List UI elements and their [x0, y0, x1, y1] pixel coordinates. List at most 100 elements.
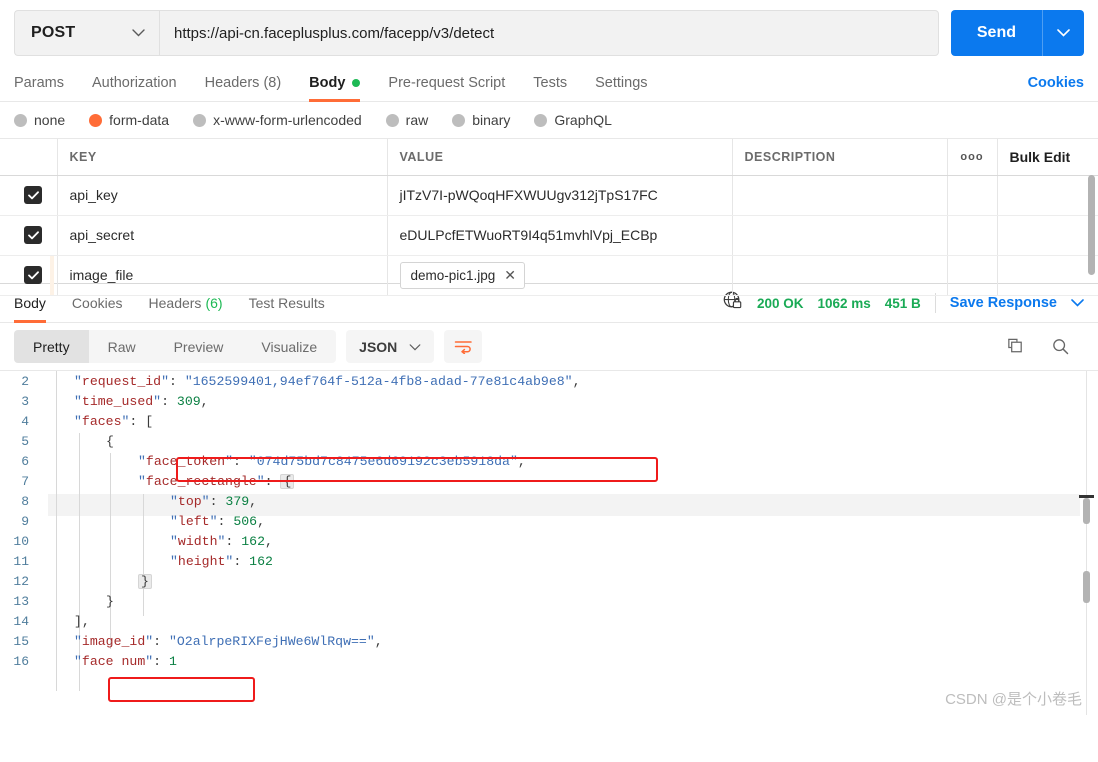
code-text: {: [106, 433, 114, 449]
code-text: "face num": 1: [74, 653, 177, 669]
th-description: DESCRIPTION: [732, 139, 948, 176]
code-line: 16 "face num": 1: [0, 651, 1098, 671]
tab-params[interactable]: Params: [14, 64, 64, 102]
file-chip[interactable]: demo-pic1.jpg ✕: [399, 261, 526, 289]
save-response-button[interactable]: Save Response: [950, 295, 1057, 311]
response-format-label: JSON: [359, 338, 398, 355]
line-number: 16: [13, 653, 29, 669]
json-scrollbar-track[interactable]: [1086, 371, 1087, 715]
form-data-table: KEY VALUE DESCRIPTION ooo Bulk Edit api_…: [0, 139, 1098, 296]
radio-icon: [452, 113, 466, 127]
code-text: ],: [74, 613, 90, 629]
row-description[interactable]: [732, 175, 948, 216]
code-text: "face_rectangle": {: [42, 473, 295, 489]
url-input[interactable]: [159, 10, 939, 56]
code-line: 5{: [0, 431, 1098, 451]
json-scrollbar-thumb[interactable]: [1083, 498, 1090, 524]
body-type-graphql[interactable]: GraphQL: [534, 112, 612, 128]
response-time: 1062 ms: [817, 295, 871, 311]
th-value: VALUE: [387, 139, 733, 176]
row-value[interactable]: eDULPcfETWuoRT9I4q51mvhlVpj_ECBp: [387, 215, 733, 256]
code-text: "left": 506,: [170, 513, 265, 529]
response-tab-cookies-label: Cookies: [71, 295, 123, 311]
row-key[interactable]: api_key: [57, 175, 388, 216]
tab-settings[interactable]: Settings: [595, 64, 647, 102]
row-description[interactable]: [732, 215, 948, 256]
code-line: 3 "time_used": 309,: [0, 391, 1098, 411]
row-options[interactable]: [947, 215, 998, 256]
response-view-mode-group: Pretty Raw Preview Visualize: [14, 330, 337, 363]
tab-body-label: Body: [309, 74, 346, 91]
body-type-form-data[interactable]: form-data: [89, 112, 169, 128]
response-tab-headers[interactable]: Headers (6): [149, 284, 223, 323]
row-checkbox-cell: [0, 215, 58, 256]
line-number: 10: [13, 533, 29, 549]
code-line: 7 "face_rectangle": {: [0, 471, 1098, 491]
code-line: 15 "image_id": "O2alrpeRIXFejHWe6WlRqw=="…: [0, 631, 1098, 651]
line-number: 5: [21, 433, 29, 449]
search-icon[interactable]: [1051, 337, 1070, 356]
code-line: 10 "width": 162,: [0, 531, 1098, 551]
body-type-raw[interactable]: raw: [385, 112, 428, 128]
response-tab-cookies[interactable]: Cookies: [72, 284, 123, 323]
row-options[interactable]: [947, 175, 998, 216]
table-options-button[interactable]: ooo: [947, 139, 998, 176]
view-mode-preview[interactable]: Preview: [155, 330, 243, 363]
status-code: 200 OK: [756, 295, 804, 311]
line-number: 3: [21, 393, 29, 409]
row-description[interactable]: [732, 255, 948, 296]
response-tab-headers-label: Headers: [148, 295, 202, 311]
row-value[interactable]: jITzV7I-pWQoqHFXWUUgv312jTpS17FC: [387, 175, 733, 216]
row-key[interactable]: api_secret: [57, 215, 388, 256]
close-icon[interactable]: ✕: [504, 267, 516, 284]
tab-tests[interactable]: Tests: [533, 64, 567, 102]
json-scrollbar-thumb-secondary[interactable]: [1083, 571, 1090, 603]
row-checkbox-checked[interactable]: [24, 186, 42, 204]
response-tab-test-results[interactable]: Test Results: [249, 284, 325, 323]
code-line: 8 "top": 379,: [0, 491, 1098, 511]
send-button[interactable]: Send: [950, 10, 1042, 56]
table-scrollbar-thumb[interactable]: [1088, 175, 1095, 275]
row-checkbox-checked[interactable]: [24, 266, 42, 284]
send-button-group: Send: [950, 10, 1084, 56]
tab-body[interactable]: Body: [309, 64, 361, 102]
code-text: "image_id": "O2alrpeRIXFejHWe6WlRqw==",: [74, 633, 383, 649]
response-tab-body[interactable]: Body: [14, 284, 46, 323]
body-type-urlencoded[interactable]: x-www-form-urlencoded: [193, 112, 362, 128]
row-checkbox-checked[interactable]: [24, 226, 42, 244]
code-line: 9 "left": 506,: [0, 511, 1098, 531]
copy-icon[interactable]: [1006, 337, 1025, 356]
line-number: 7: [21, 473, 29, 489]
tab-authorization[interactable]: Authorization: [92, 64, 177, 102]
code-text: }: [42, 573, 152, 589]
table-row: api_key jITzV7I-pWQoqHFXWUUgv312jTpS17FC: [0, 175, 1098, 216]
word-wrap-toggle-button[interactable]: [444, 330, 483, 363]
radio-selected-icon: [89, 113, 103, 127]
body-type-binary[interactable]: binary: [452, 112, 510, 128]
cookies-link[interactable]: Cookies: [1028, 75, 1084, 91]
row-options[interactable]: [947, 255, 998, 296]
tab-headers[interactable]: Headers (8): [205, 64, 282, 102]
response-body-json-viewer[interactable]: 2 "request_id": "1652599401,94ef764f-512a…: [0, 370, 1098, 715]
http-method-label: POST: [31, 24, 76, 41]
send-options-chevron-icon[interactable]: [1042, 10, 1084, 56]
response-format-selector[interactable]: JSON: [346, 330, 435, 363]
th-select-all[interactable]: [0, 139, 58, 176]
http-method-selector[interactable]: POST: [14, 10, 159, 56]
body-type-binary-label: binary: [472, 112, 511, 128]
body-modified-dot-icon: [352, 78, 361, 87]
view-mode-pretty[interactable]: Pretty: [14, 330, 89, 363]
row-value-file[interactable]: demo-pic1.jpg ✕: [387, 255, 733, 296]
tab-pre-request-script[interactable]: Pre-request Script: [388, 64, 505, 102]
divider: [934, 293, 936, 313]
chevron-down-icon: [132, 24, 145, 42]
bulk-edit-button[interactable]: Bulk Edit: [997, 139, 1098, 176]
view-mode-visualize[interactable]: Visualize: [242, 330, 336, 363]
view-mode-raw[interactable]: Raw: [89, 330, 155, 363]
form-data-table-wrapper: KEY VALUE DESCRIPTION ooo Bulk Edit api_…: [0, 139, 1098, 296]
body-type-none[interactable]: none: [14, 112, 65, 128]
tab-settings-label: Settings: [595, 74, 648, 91]
save-response-chevron-icon[interactable]: [1071, 294, 1084, 312]
row-checkbox-cell: [0, 175, 58, 216]
response-tab-body-label: Body: [14, 295, 46, 311]
